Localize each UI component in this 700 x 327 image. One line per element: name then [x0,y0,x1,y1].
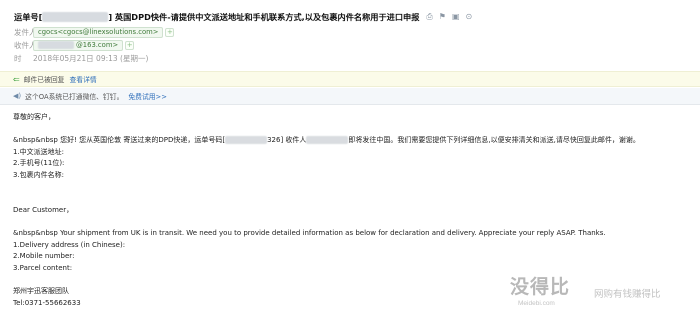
cn-item-content: 3.包裹内件名称: [13,170,65,179]
subject-row: 运单号[ ] 英国DPD快件-请提供中文派送地址和手机联系方式,以及包裹内件名称… [14,10,472,24]
flag-icon[interactable]: ⚑ [439,12,446,22]
cn-item-mobile: 2.手机号(11位): [13,159,65,168]
redacted-recipient-inline [306,136,349,145]
watermark-logo-text: 没得比 [510,276,571,298]
chinese-paragraph: &nbsp&nbsp 您好! 您从英国伦敦 寄送过来的DPD快递，运单号码[ 32… [13,135,685,147]
recipient-label: 收件人： [14,40,44,50]
time-label: 时 [14,53,22,63]
english-paragraph: &nbsp&nbsp Your shipment from UK is in t… [13,228,606,237]
mark-icon[interactable]: ▣ [452,12,460,22]
sender-address-chip[interactable]: cgocs<cgocs@linexsolutions.com> [33,26,164,38]
header-actions: ⎙ ⚑ ▣ ⊙ [426,12,472,22]
recipient-row: 收件人： @163.com> + [14,39,135,51]
redacted-tracking-number [42,12,109,22]
cn-item-address: 1.中文派送地址: [13,147,65,156]
recipient-address-chip[interactable]: @163.com> [33,39,124,51]
add-sender-contact-icon[interactable]: + [165,27,175,37]
add-recipient-contact-icon[interactable]: + [125,40,135,50]
free-trial-link[interactable]: 免费试用>> [128,91,167,101]
english-greeting: Dear Customer， [13,205,74,214]
chinese-paragraph-part1: &nbsp&nbsp 您好! 您从英国伦敦 寄送过来的DPD快递，运单号码[ [13,136,226,145]
replied-notice-bar: ⇐ 邮件已被回复 查看详情 [0,71,700,87]
mail-header: 运单号[ ] 英国DPD快件-请提供中文派送地址和手机联系方式,以及包裹内件名称… [0,0,700,68]
replied-notice-text: 邮件已被回复 [23,76,65,84]
watermark-slogan: 网购有钱赚得比 [594,289,661,300]
print-icon[interactable]: ⎙ [426,12,432,22]
recipient-address-text: @163.com> [76,41,119,49]
greeting: 尊敬的客户， [13,113,55,121]
chinese-paragraph-part2: 326] 收件人 [267,136,307,145]
en-item-mobile: 2.Mobile number: [13,252,75,261]
time-value: 2018年05月21日 09:13 (星期一) [33,53,149,63]
oa-promo-text: 这个OA系统已打通微信、钉钉。 [25,93,124,101]
sender-label: 发件人： [14,27,44,37]
oa-promo-bar: ◀) 这个OA系统已打通微信、钉钉。 免费试用>> [0,88,700,105]
watermark-domain: Meidebi.com [518,300,555,307]
time-row: 时 2018年05月21日 09:13 (星期一) [14,52,148,64]
reply-arrow-icon: ⇐ [13,74,20,84]
view-details-link[interactable]: 查看详情 [69,74,96,84]
meidebi-watermark: 没得比 Meidebi.com 网购有钱赚得比 [510,270,690,325]
subject-prefix: 运单号[ [14,12,43,22]
chinese-paragraph-part3: 即将发往中国。我们需要您提供下列详细信息,以便安排清关和派送,请尽快回复此邮件，… [348,136,640,145]
speaker-icon: ◀) [13,92,22,100]
redacted-tracking-inline [225,136,268,145]
more-icon[interactable]: ⊙ [466,12,473,22]
en-item-address: 1.Delivery address (in Chinese): [13,240,126,249]
redacted-recipient-name [38,41,74,49]
sender-row: 发件人： cgocs<cgocs@linexsolutions.com> + [14,26,175,38]
subject-title: ] 英国DPD快件-请提供中文派送地址和手机联系方式,以及包裹内件名称用于进口申… [108,12,420,22]
